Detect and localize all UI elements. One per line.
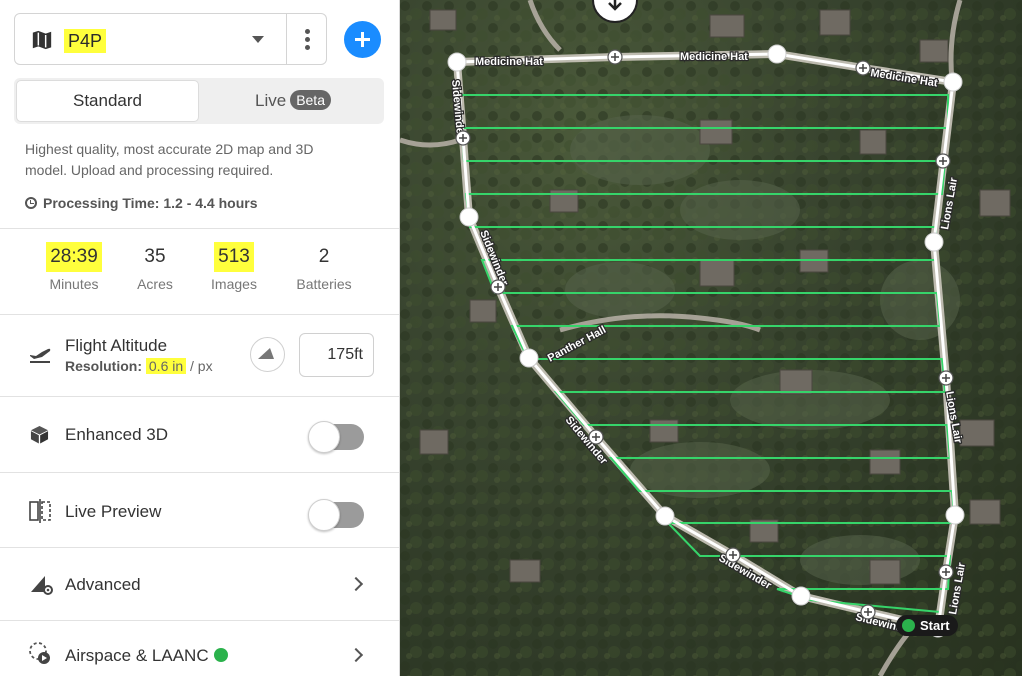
- airspace-row[interactable]: Airspace & LAANC: [0, 621, 399, 676]
- add-vertex-icon: [938, 564, 954, 580]
- chevron-right-icon: [348, 647, 364, 663]
- tab-standard[interactable]: Standard: [16, 80, 199, 122]
- flight-plan-panel: P4P Standard Live Beta Highest quality, m…: [0, 0, 400, 676]
- tab-live-label: Live: [255, 91, 287, 110]
- add-vertex-icon: [490, 279, 506, 295]
- top-bar: P4P: [14, 13, 386, 65]
- stat-label: Minutes: [49, 276, 99, 292]
- more-vertical-icon-dot: [305, 37, 310, 42]
- stat-label: Acres: [137, 276, 173, 292]
- vertex-handle: [943, 72, 963, 92]
- add-vertex-icon: [455, 130, 471, 146]
- stat-batteries: 2 Batteries: [290, 242, 358, 292]
- add-vertex-icon: [935, 153, 951, 169]
- divider: [0, 314, 399, 315]
- advanced-row[interactable]: Advanced: [0, 548, 399, 620]
- live-preview-label: Live Preview: [65, 502, 162, 521]
- add-vertex-icon: [860, 604, 876, 620]
- airspace-label: Airspace & LAANC: [65, 646, 209, 665]
- resolution-text: Resolution: 0.6 in / px: [65, 358, 213, 374]
- terrain-mode-button[interactable]: [250, 337, 285, 372]
- stat-value: 513: [214, 242, 254, 272]
- enhanced-3d-label: Enhanced 3D: [65, 425, 169, 444]
- vertex-handle: [519, 348, 539, 368]
- map-canvas: Medicine Hat Medicine Hat Medicine Hat S…: [400, 0, 1022, 676]
- stat-value: 28:39: [46, 242, 102, 272]
- enhanced-3d-toggle[interactable]: [308, 421, 364, 453]
- cube-icon: [30, 425, 49, 444]
- airspace-label-wrap: Airspace & LAANC: [65, 646, 228, 666]
- stat-label: Images: [211, 276, 257, 292]
- toggle-knob: [308, 499, 340, 531]
- vertex-handle: [447, 52, 467, 72]
- map-icon: [32, 30, 52, 50]
- vertex-handle: [655, 506, 675, 526]
- add-vertex-icon: [855, 60, 871, 76]
- advanced-label: Advanced: [65, 575, 141, 594]
- vertex-handle: [791, 586, 811, 606]
- start-dot: [902, 619, 915, 632]
- clock-icon: [25, 197, 37, 209]
- enhanced-3d-row: Enhanced 3D: [0, 397, 399, 472]
- street-label: Medicine Hat: [680, 51, 748, 63]
- airplane-takeoff-icon: [30, 348, 51, 363]
- processing-time-label: Processing Time:: [43, 195, 160, 211]
- add-vertex-icon: [938, 370, 954, 386]
- stat-label: Batteries: [296, 276, 352, 292]
- more-vertical-icon-dot: [305, 45, 310, 50]
- street-label: Medicine Hat: [475, 56, 543, 68]
- mode-description: Highest quality, most accurate 2D map an…: [25, 141, 314, 178]
- flight-altitude-title: Flight Altitude: [65, 336, 168, 355]
- mode-switch: Standard Live Beta: [14, 78, 384, 124]
- resolution-unit: / px: [190, 358, 213, 374]
- resolution-value: 0.6 in: [145, 358, 187, 374]
- add-vertex-icon: [725, 547, 741, 563]
- add-vertex-icon: [588, 429, 604, 445]
- live-preview-row: Live Preview: [0, 473, 399, 547]
- drone-name: P4P: [64, 29, 107, 53]
- airspace-status-dot: [213, 648, 228, 662]
- start-label: Start: [920, 618, 950, 633]
- tab-live[interactable]: Live Beta: [204, 80, 382, 122]
- live-preview-toggle[interactable]: [308, 499, 364, 531]
- start-marker: Start: [896, 615, 958, 636]
- more-options-button[interactable]: [287, 13, 327, 65]
- stat-acres: 35 Acres: [130, 242, 180, 292]
- stat-value: 35: [144, 246, 166, 267]
- beta-badge: Beta: [290, 90, 331, 110]
- stat-images: 513 Images: [205, 242, 263, 292]
- map-view[interactable]: Medicine Hat Medicine Hat Medicine Hat S…: [400, 0, 1022, 676]
- processing-time-value: 1.2 - 4.4 hours: [163, 195, 258, 211]
- add-plan-button[interactable]: [344, 21, 381, 58]
- vertex-handle: [924, 232, 944, 252]
- vertex-handle: [945, 505, 965, 525]
- vertex-handle: [767, 44, 787, 64]
- stat-value: 2: [318, 246, 330, 267]
- toggle-knob: [308, 421, 340, 453]
- add-vertex-icon: [607, 49, 623, 65]
- more-vertical-icon: [305, 29, 310, 34]
- chevron-down-icon: [252, 36, 264, 43]
- vertex-handle: [459, 207, 479, 227]
- divider: [0, 228, 399, 229]
- drone-selector[interactable]: P4P: [14, 13, 287, 65]
- altitude-input[interactable]: [299, 333, 374, 377]
- stat-minutes: 28:39 Minutes: [42, 242, 106, 292]
- processing-time: Processing Time: 1.2 - 4.4 hours: [25, 195, 258, 211]
- airspace-icon: [29, 642, 50, 664]
- chevron-right-icon: [348, 576, 364, 592]
- split-view-icon: [29, 499, 51, 523]
- resolution-label: Resolution:: [65, 358, 142, 374]
- advanced-settings-icon: [31, 576, 53, 595]
